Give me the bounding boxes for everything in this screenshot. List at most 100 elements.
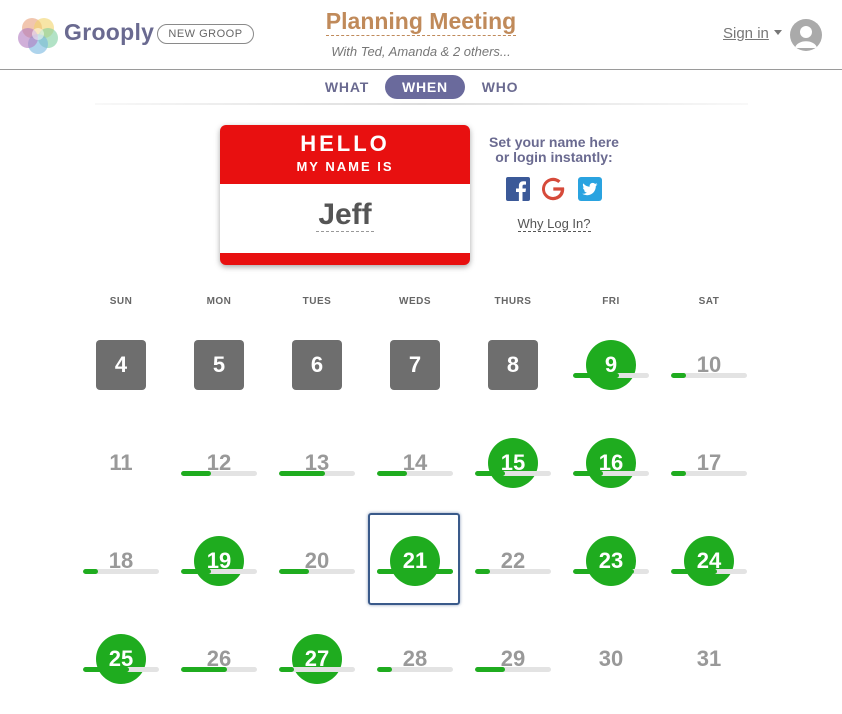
calendar-day[interactable]: 15 (464, 413, 562, 511)
calendar-day[interactable]: 8 (464, 315, 562, 413)
why-log-in-link[interactable]: Why Log In? (476, 216, 632, 232)
availability-bar (671, 373, 747, 378)
weekday-header: SUN (109, 296, 133, 307)
calendar-day-number[interactable]: 25 (96, 634, 146, 684)
calendar-day-number[interactable]: 10 (684, 340, 734, 390)
meeting-title-text[interactable]: Planning Meeting (325, 8, 517, 36)
calendar-day[interactable]: 9 (562, 315, 660, 413)
availability-bar (377, 471, 453, 476)
meeting-participants[interactable]: With Ted, Amanda & 2 others... (300, 44, 542, 59)
sign-in-link[interactable]: Sign in (723, 25, 769, 42)
calendar-day[interactable]: 29 (464, 609, 562, 707)
meeting-title[interactable]: Planning Meeting (300, 8, 542, 36)
calendar-day-number[interactable]: 9 (586, 340, 636, 390)
calendar-day[interactable]: 14 (366, 413, 464, 511)
calendar-day[interactable]: 7 (366, 315, 464, 413)
calendar-day-number[interactable]: 18 (96, 536, 146, 586)
calendar-day-number[interactable]: 31 (684, 634, 734, 684)
availability-bar-fill (181, 569, 211, 574)
availability-bar-fill (377, 569, 453, 574)
chevron-down-icon[interactable] (774, 30, 782, 35)
calendar-day[interactable]: 30 (562, 609, 660, 707)
calendar-day-number[interactable]: 11 (96, 438, 146, 488)
calendar-day-number[interactable]: 16 (586, 438, 636, 488)
availability-bar (181, 569, 257, 574)
weekday-header: SAT (698, 296, 720, 307)
weekday-header: TUES (302, 296, 332, 307)
weekday-header: MON (206, 296, 232, 307)
availability-bar (83, 569, 159, 574)
calendar-day[interactable]: 20 (268, 511, 366, 609)
calendar-day[interactable]: 12 (170, 413, 268, 511)
calendar-day-number[interactable]: 30 (586, 634, 636, 684)
calendar-day-number[interactable]: 12 (194, 438, 244, 488)
why-log-in-text[interactable]: Why Log In? (517, 216, 591, 232)
availability-bar-fill (279, 569, 309, 574)
user-avatar-icon[interactable] (790, 19, 822, 51)
calendar-day[interactable]: 22 (464, 511, 562, 609)
calendar-day-number[interactable]: 21 (390, 536, 440, 586)
calendar-day-number[interactable]: 19 (194, 536, 244, 586)
calendar-day-number[interactable]: 4 (96, 340, 146, 390)
calendar-day[interactable]: 24 (660, 511, 758, 609)
calendar-day-number[interactable]: 22 (488, 536, 538, 586)
calendar-day[interactable]: 26 (170, 609, 268, 707)
calendar-day[interactable]: 23 (562, 511, 660, 609)
calendar-day[interactable]: 28 (366, 609, 464, 707)
calendar-day-number[interactable]: 27 (292, 634, 342, 684)
availability-bar-fill (573, 373, 619, 378)
name-field[interactable]: Jeff (220, 198, 470, 232)
calendar-day-number[interactable]: 17 (684, 438, 734, 488)
calendar-day-number[interactable]: 26 (194, 634, 244, 684)
brand-name[interactable]: Grooply (64, 19, 154, 46)
calendar-day[interactable]: 27 (268, 609, 366, 707)
calendar-day[interactable]: 5 (170, 315, 268, 413)
name-value[interactable]: Jeff (316, 198, 374, 232)
calendar-day-number[interactable]: 15 (488, 438, 538, 488)
calendar-day-number[interactable]: 13 (292, 438, 342, 488)
calendar-day-number[interactable]: 8 (488, 340, 538, 390)
calendar-day-number[interactable]: 23 (586, 536, 636, 586)
calendar-day-number[interactable]: 28 (390, 634, 440, 684)
calendar-day-number[interactable]: 6 (292, 340, 342, 390)
new-group-button[interactable]: NEW GROOP (157, 24, 254, 44)
calendar-day-number[interactable]: 29 (488, 634, 538, 684)
calendar-day[interactable]: 4 (72, 315, 170, 413)
name-tag-my-name-is: MY NAME IS (296, 159, 394, 174)
availability-bar (573, 471, 649, 476)
name-tag-body: Jeff (220, 184, 470, 253)
availability-bar (83, 667, 159, 672)
calendar-day[interactable]: 21 (366, 511, 464, 609)
availability-bar-fill (475, 667, 505, 672)
calendar-day[interactable]: 19 (170, 511, 268, 609)
availability-bar-fill (279, 667, 294, 672)
availability-bar-fill (671, 569, 717, 574)
twitter-icon[interactable] (578, 177, 602, 201)
grooply-logo-icon[interactable] (18, 14, 58, 54)
calendar-day[interactable]: 10 (660, 315, 758, 413)
availability-bar (279, 471, 355, 476)
name-tag: HELLO MY NAME IS Jeff (220, 125, 470, 265)
calendar-day-number[interactable]: 14 (390, 438, 440, 488)
calendar-day-number[interactable]: 5 (194, 340, 244, 390)
calendar-day[interactable]: 16 (562, 413, 660, 511)
facebook-icon[interactable] (506, 177, 530, 201)
calendar-day[interactable]: 11 (72, 413, 170, 511)
google-icon[interactable] (541, 177, 565, 201)
calendar-day-number[interactable]: 7 (390, 340, 440, 390)
calendar-day[interactable]: 31 (660, 609, 758, 707)
tab-who[interactable]: WHO (470, 75, 530, 99)
availability-bar (671, 569, 747, 574)
availability-bar (377, 569, 453, 574)
calendar-day[interactable]: 25 (72, 609, 170, 707)
calendar-day-number[interactable]: 20 (292, 536, 342, 586)
availability-bar (181, 471, 257, 476)
tab-what[interactable]: WHAT (316, 75, 378, 99)
calendar-day[interactable]: 17 (660, 413, 758, 511)
calendar-day[interactable]: 18 (72, 511, 170, 609)
availability-bar-fill (573, 569, 634, 574)
calendar-day[interactable]: 13 (268, 413, 366, 511)
calendar-day[interactable]: 6 (268, 315, 366, 413)
tab-when[interactable]: WHEN (385, 75, 465, 99)
calendar-day-number[interactable]: 24 (684, 536, 734, 586)
